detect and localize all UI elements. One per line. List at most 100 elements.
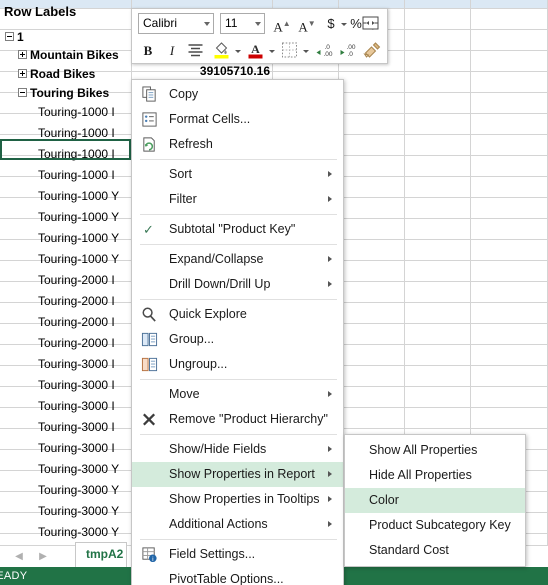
menu-item-label: Show Properties in Tooltips	[169, 492, 320, 506]
menu-item-label: Subtotal "Product Key"	[169, 222, 296, 236]
menu-item-copy[interactable]: Copy	[132, 82, 343, 107]
menu-item-quick-explore[interactable]: Quick Explore	[132, 302, 343, 327]
pivot-detail-row[interactable]: Touring-2000 I	[38, 292, 133, 311]
menu-item-drill-down-drill-up[interactable]: Drill Down/Drill Up	[132, 272, 343, 297]
pivot-detail-row[interactable]: Touring-3000 Y	[38, 481, 133, 500]
menu-item-label: Ungroup...	[169, 357, 228, 371]
pivot-detail-row[interactable]: Touring-2000 I	[38, 313, 133, 332]
pivot-group-row[interactable]: Mountain Bikes	[18, 46, 119, 65]
pivot-detail-row[interactable]: Touring-3000 Y	[38, 502, 133, 521]
menu-item-show-hide-fields[interactable]: Show/Hide Fields	[132, 437, 343, 462]
submenu-item-hide-all-properties[interactable]: Hide All Properties	[345, 463, 525, 488]
currency-button[interactable]: $	[324, 13, 338, 34]
mini-toolbar[interactable]: Calibri 11 A▲ A▼ $ % , B I	[131, 8, 388, 64]
chevron-right-icon	[328, 171, 332, 177]
menu-item-sort[interactable]: Sort	[132, 162, 343, 187]
chevron-right-icon	[328, 521, 332, 527]
menu-item-label: Move	[169, 387, 200, 401]
chevron-down-icon-fill[interactable]	[235, 50, 241, 53]
chevron-down-icon-borders[interactable]	[303, 50, 309, 53]
pivot-detail-row[interactable]: Touring-1000 I	[38, 145, 133, 164]
menu-item-group[interactable]: Group...	[132, 327, 343, 352]
format-painter-icon[interactable]	[362, 41, 381, 59]
submenu-item-product-subcategory-key[interactable]: Product Subcategory Key	[345, 513, 525, 538]
row-labels-header[interactable]: Row Labels	[4, 3, 76, 22]
menu-separator	[140, 379, 337, 380]
menu-item-subtotal-product-key[interactable]: ✓ Subtotal "Product Key"	[132, 217, 343, 242]
pivot-detail-row[interactable]: Touring-3000 I	[38, 439, 133, 458]
expand-icon[interactable]	[18, 69, 27, 79]
shrink-font-button[interactable]: A▼	[297, 13, 317, 34]
svg-text:.00: .00	[347, 44, 356, 51]
chevron-right-icon	[328, 391, 332, 397]
menu-item-label: Show Properties in Report	[169, 467, 315, 481]
fill-color-icon[interactable]	[212, 41, 231, 59]
menu-item-remove-product-hierarchy[interactable]: Remove "Product Hierarchy"	[132, 407, 343, 432]
sheet-tab-tmpa2[interactable]: tmpA2	[75, 542, 127, 568]
menu-item-show-properties-in-report[interactable]: Show Properties in Report	[132, 462, 343, 487]
pivot-detail-row[interactable]: Touring-2000 I	[38, 334, 133, 353]
pivot-group-row[interactable]: Touring Bikes	[18, 84, 109, 103]
menu-separator	[140, 214, 337, 215]
pivot-detail-row[interactable]: Touring-3000 I	[38, 418, 133, 437]
grow-font-button[interactable]: A▲	[272, 13, 292, 34]
italic-button[interactable]: I	[165, 40, 179, 61]
menu-item-additional-actions[interactable]: Additional Actions	[132, 512, 343, 537]
pivottable-context-menu[interactable]: Copy Format Cells... Refresh Sort Filter ✓ Sub…	[131, 79, 344, 585]
pivot-detail-row[interactable]: Touring-1000 Y	[38, 250, 133, 269]
pivot-detail-row[interactable]: Touring-1000 Y	[38, 187, 133, 206]
submenu-item-label: Color	[369, 493, 399, 507]
pivot-detail-row[interactable]: Touring-2000 I	[38, 271, 133, 290]
chevron-right-icon	[328, 446, 332, 452]
menu-item-field-settings[interactable]: i Field Settings...	[132, 542, 343, 567]
submenu-item-standard-cost[interactable]: Standard Cost	[345, 538, 525, 563]
show-properties-in-report-submenu[interactable]: Show All Properties Hide All Properties Co…	[344, 434, 526, 567]
increase-decimal-icon[interactable]: .0.00	[314, 41, 333, 59]
triangle-left-icon[interactable]: ◀	[12, 550, 26, 564]
up-arrow-icon: ▲	[282, 19, 291, 28]
pivot-detail-row[interactable]: Touring-3000 I	[38, 397, 133, 416]
pivot-detail-row[interactable]: Touring-1000 I	[38, 103, 133, 122]
font-size-value: 11	[225, 16, 238, 30]
menu-separator	[140, 244, 337, 245]
submenu-item-show-all-properties[interactable]: Show All Properties	[345, 438, 525, 463]
pivot-detail-row[interactable]: Touring-1000 I	[38, 166, 133, 185]
pivot-detail-row[interactable]: Touring-3000 I	[38, 376, 133, 395]
triangle-right-icon[interactable]: ▶	[36, 550, 50, 564]
menu-item-expand-collapse[interactable]: Expand/Collapse	[132, 247, 343, 272]
font-name-box[interactable]: Calibri	[138, 13, 214, 34]
menu-item-label: Show/Hide Fields	[169, 442, 267, 456]
center-align-icon[interactable]	[186, 41, 205, 59]
merge-cells-icon[interactable]	[361, 14, 380, 32]
decrease-decimal-icon[interactable]: .00.0	[338, 41, 357, 59]
borders-icon[interactable]	[280, 41, 299, 59]
chevron-right-icon	[328, 471, 332, 477]
chevron-down-icon-currency[interactable]	[341, 23, 347, 26]
menu-item-pivottable-options[interactable]: PivotTable Options...	[132, 567, 343, 585]
pivot-detail-row[interactable]: Touring-1000 Y	[38, 208, 133, 227]
pivot-detail-row[interactable]: Touring-1000 I	[38, 124, 133, 143]
pivot-detail-row[interactable]: Touring-3000 I	[38, 355, 133, 374]
menu-item-format-cells[interactable]: Format Cells...	[132, 107, 343, 132]
collapse-icon-level1[interactable]	[5, 32, 14, 42]
pivot-detail-row[interactable]: Touring-3000 Y	[38, 460, 133, 479]
font-color-icon[interactable]: A	[246, 41, 265, 59]
pivot-detail-row[interactable]: Touring-1000 Y	[38, 229, 133, 248]
check-icon: ✓	[143, 222, 154, 237]
bold-button[interactable]: B	[140, 40, 156, 61]
menu-item-move[interactable]: Move	[132, 382, 343, 407]
chevron-down-icon-fontcolor[interactable]	[269, 50, 275, 53]
pivot-group-row[interactable]: Road Bikes	[18, 65, 95, 84]
chevron-down-icon-size[interactable]	[255, 22, 261, 26]
collapse-icon[interactable]	[18, 88, 27, 98]
chevron-down-icon-font[interactable]	[204, 22, 210, 26]
group-icon	[141, 331, 158, 348]
menu-item-ungroup[interactable]: Ungroup...	[132, 352, 343, 377]
submenu-item-color[interactable]: Color	[345, 488, 525, 513]
font-size-box[interactable]: 11	[220, 13, 265, 34]
menu-item-refresh[interactable]: Refresh	[132, 132, 343, 157]
expand-icon[interactable]	[18, 50, 27, 60]
menu-item-show-properties-in-tooltips[interactable]: Show Properties in Tooltips	[132, 487, 343, 512]
pivot-detail-row[interactable]: Touring-3000 Y	[38, 523, 133, 542]
menu-item-filter[interactable]: Filter	[132, 187, 343, 212]
